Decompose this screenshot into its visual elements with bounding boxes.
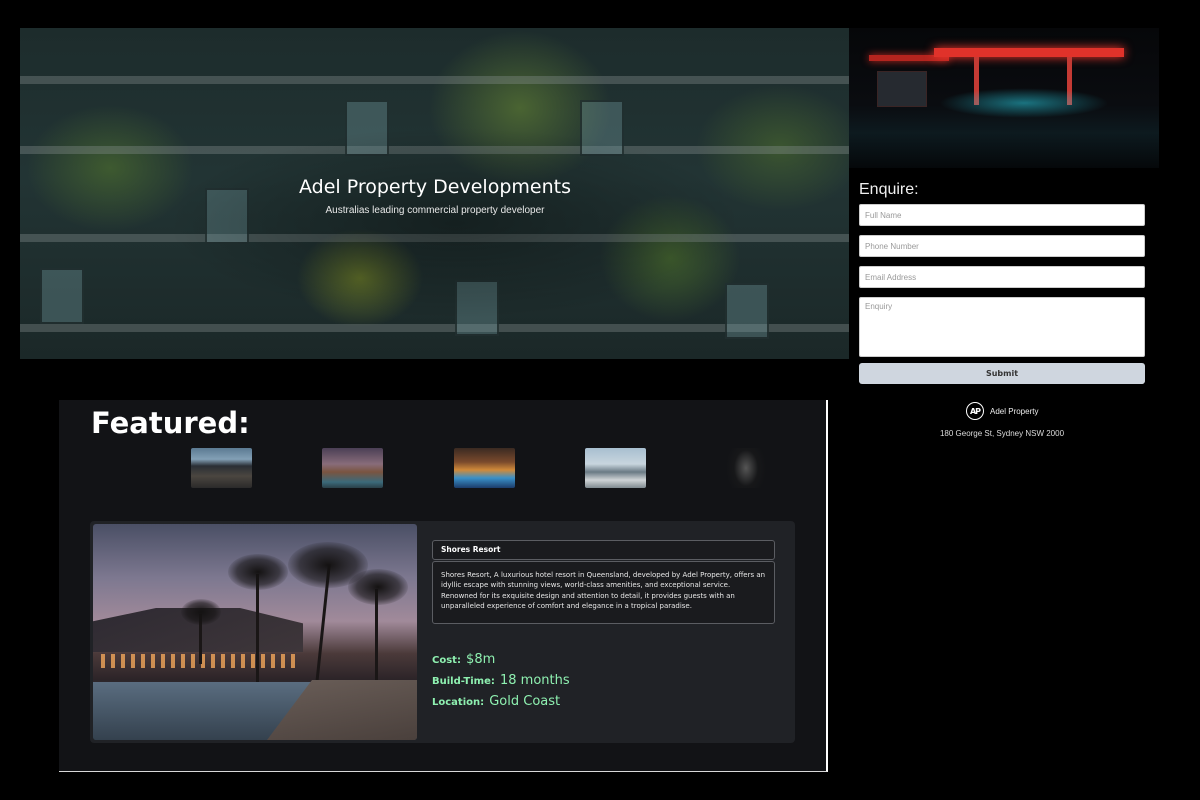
pool-night-thumbnail[interactable]	[454, 448, 515, 488]
email-address-field[interactable]: Email Address	[859, 266, 1145, 288]
hero-title: Adel Property Developments	[299, 176, 571, 198]
location-stat: Location: Gold Coast	[432, 690, 560, 709]
palm-frond	[228, 554, 288, 590]
brand-name: Adel Property	[990, 406, 1039, 416]
hotel-exterior-thumbnail[interactable]	[191, 448, 252, 488]
submit-button[interactable]: Submit	[859, 363, 1145, 384]
palm-trunk	[256, 574, 259, 684]
shop-building	[877, 71, 927, 107]
canopy-light	[934, 48, 1124, 57]
location-value: Gold Coast	[489, 694, 561, 709]
cost-value: $8m	[466, 652, 496, 667]
cost-label: Cost:	[432, 655, 461, 666]
brand-block: AP Adel Property	[966, 402, 1038, 420]
enquire-heading: Enquire:	[859, 181, 919, 198]
company-address: 180 George St, Sydney NSW 2000	[939, 429, 1065, 438]
build-time-stat: Build-Time: 18 months	[432, 669, 570, 688]
build-time-value: 18 months	[499, 673, 570, 688]
gas-station-image	[849, 28, 1159, 168]
palm-frond	[348, 569, 408, 605]
modern-building-thumbnail[interactable]	[585, 448, 646, 488]
featured-heading: Featured:	[91, 406, 250, 440]
resort-sunset-thumbnail[interactable]	[322, 448, 383, 488]
property-name: Shores Resort	[432, 540, 775, 560]
hero-subtitle: Australias leading commercial property d…	[325, 205, 545, 216]
featured-property-card: Shores Resort Shores Resort, A luxurious…	[90, 521, 795, 743]
forecourt-glow	[939, 88, 1109, 118]
resort-photo	[93, 524, 417, 740]
featured-section: Featured: Shores Resort Shores Resort, A…	[59, 400, 828, 772]
company-logo: AP	[966, 402, 984, 420]
location-label: Location:	[432, 697, 485, 708]
full-name-field[interactable]: Full Name	[859, 204, 1145, 226]
cost-stat: Cost: $8m	[432, 648, 495, 667]
dark-thumbnail[interactable]	[716, 448, 777, 488]
enquiry-textarea[interactable]: Enquiry	[859, 297, 1145, 357]
palm-frond	[181, 599, 221, 625]
phone-number-field[interactable]: Phone Number	[859, 235, 1145, 257]
build-time-label: Build-Time:	[432, 676, 495, 687]
property-description: Shores Resort, A luxurious hotel resort …	[432, 561, 775, 624]
